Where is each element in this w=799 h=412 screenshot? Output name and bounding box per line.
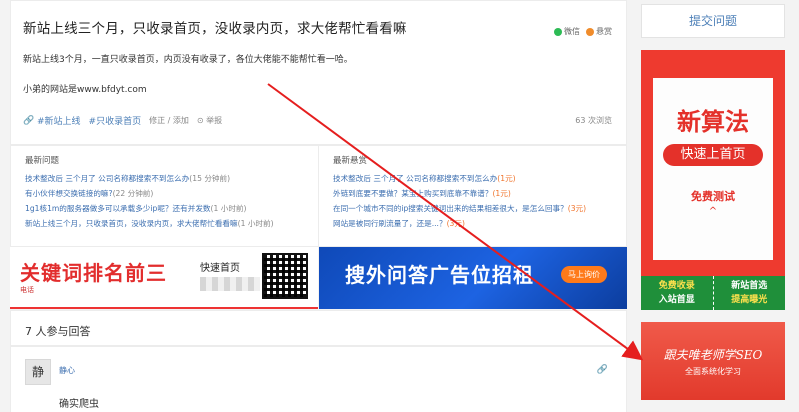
view-count: 63 次浏览 — [575, 116, 612, 125]
question-title: 新站上线三个月，只收录首页，没收录内页，求大佬帮忙看看嘛 — [23, 21, 407, 37]
submit-question-button[interactable]: 提交问题 — [641, 4, 785, 38]
ad-column: 免费收录 入站首显 — [658, 281, 695, 305]
tag-link[interactable]: #新站上线 — [37, 114, 81, 127]
inquire-button[interactable]: 马上询价 — [561, 266, 607, 283]
avatar[interactable]: 静 — [25, 359, 51, 385]
reward-icon — [586, 27, 594, 36]
edit-tags-link[interactable]: 修正 / 添加 — [149, 115, 189, 126]
ad-headline: 关键词排名前三 — [20, 261, 167, 285]
ad-headline: 搜外问答广告位招租 — [345, 263, 534, 287]
keyword-ranking-ad[interactable]: 关键词排名前三 快速首页 电话 — [10, 247, 318, 309]
list-item[interactable]: 技术整改后 三个月了 公司名称都搜索不到怎么办(15 分钟前) — [25, 171, 318, 186]
wechat-share-button[interactable]: 微信 — [554, 26, 580, 37]
ad-column: 新站首选 提高曝光 — [712, 276, 786, 310]
blurred-contact — [200, 277, 260, 291]
answer-text: 确实爬虫 — [59, 399, 99, 410]
list-item[interactable]: 新站上线三个月，只收录首页，没收录内页，求大佬帮忙看看嘛(1 小时前) — [25, 216, 318, 231]
related-lists: 最新问题 技术整改后 三个月了 公司名称都搜索不到怎么办(15 分钟前) 有小伙… — [10, 145, 627, 247]
list-item[interactable]: 在同一个城市不同的ip搜索关键词出来的结果相差很大，是怎么回事？(3元) — [333, 201, 626, 216]
ad-title: 新算法 — [677, 108, 749, 136]
ad-sub-text: 电话 — [20, 286, 34, 294]
reward-button[interactable]: 悬赏 — [586, 26, 612, 37]
seo-course-ad[interactable]: 跟夫唯老师学SEO 全面系统化学习 — [641, 322, 785, 400]
tag-link[interactable]: #只收录首页 — [89, 114, 142, 127]
question-meta-bar: 🔗 #新站上线 #只收录首页 修正 / 添加 ⊙ 举报 63 次浏览 — [23, 114, 612, 128]
list-item[interactable]: 1g1核1m的服务器做多可以承载多少ip呢？还有并发数(1 小时前) — [25, 201, 318, 216]
answers-header: 7 人参与回答 — [10, 310, 627, 346]
list-heading: 最新问题 — [25, 156, 60, 166]
question-body-line: 新站上线3个月，一直只收录首页，内页没有收录了，各位大佬能不能帮忙看一哈。 — [23, 55, 353, 65]
latest-rewards-list: 最新悬赏 技术整改后 三个月了 公司名称都搜索不到怎么办(1元) 外链到底要不要… — [318, 146, 626, 246]
answer-username[interactable]: 静心 — [59, 365, 75, 376]
ad-slot-rental-banner[interactable]: 搜外问答广告位招租 马上询价 — [319, 247, 627, 309]
report-link[interactable]: ⊙ 举报 — [197, 115, 222, 126]
ad-banners: 关键词排名前三 快速首页 电话 搜外问答广告位招租 马上询价 — [10, 247, 627, 309]
new-algorithm-ad[interactable]: 新算法 快速上首页 免费测试 ^ — [641, 50, 785, 276]
question-body: 新站上线3个月，一直只收录首页，内页没有收录了，各位大佬能不能帮忙看一哈。 小弟… — [23, 53, 614, 98]
share-bar: 微信 悬赏 — [554, 26, 612, 37]
ad-sub: 免费测试 — [691, 190, 735, 203]
latest-questions-list: 最新问题 技术整改后 三个月了 公司名称都搜索不到怎么办(15 分钟前) 有小伙… — [11, 146, 318, 246]
list-item[interactable]: 外链到底要不要做？某宝上购买到底靠不靠谱？(1元) — [333, 186, 626, 201]
list-item[interactable]: 有小伙伴想交换链接的嘛?(22 分钟前) — [25, 186, 318, 201]
list-item[interactable]: 技术整改后 三个月了 公司名称都搜索不到怎么办(1元) — [333, 171, 626, 186]
link-icon[interactable]: 🔗 — [597, 365, 608, 375]
ad-side-text: 快速首页 — [200, 263, 240, 274]
question-card: 新站上线三个月，只收录首页，没收录内页，求大佬帮忙看看嘛 微信 悬赏 新站上线3… — [10, 0, 627, 145]
qr-code-icon — [262, 253, 308, 299]
answer-item: 静 静心 🔗 确实爬虫 — [10, 346, 627, 412]
list-item[interactable]: 网站是被同行刷流量了，还是...？(3元) — [333, 216, 626, 231]
ad-sub: 全面系统化学习 — [685, 367, 741, 376]
question-body-line: 小弟的网站是www.bfdyt.com — [23, 85, 147, 96]
list-heading: 最新悬赏 — [333, 156, 368, 166]
ad-pill: 快速上首页 — [663, 144, 763, 166]
main-column: 新站上线三个月，只收录首页，没收录内页，求大佬帮忙看看嘛 微信 悬赏 新站上线3… — [10, 0, 627, 412]
answer-count: 7 人参与回答 — [25, 325, 91, 338]
wechat-icon — [554, 27, 562, 36]
ad-title: 跟夫唯老师学SEO — [663, 348, 763, 362]
indexing-ad-strip[interactable]: 免费收录 入站首显 新站首选 提高曝光 — [641, 276, 785, 310]
chevron-up-icon: ^ — [708, 206, 718, 217]
link-icon: 🔗 — [23, 115, 35, 126]
